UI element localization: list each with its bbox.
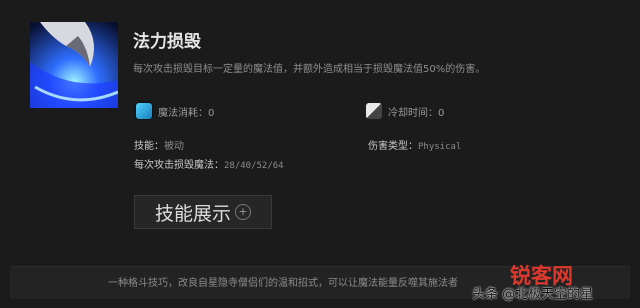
mana-cost-text: 魔法消耗：0: [158, 107, 215, 119]
lore-text: 一种格斗技巧，改良自星隐寺僧侣们的温和招式，可以让魔法能量反噬其施法者: [108, 278, 458, 289]
cooldown-icon: [366, 103, 382, 119]
skill-type-row: 技能：被动: [134, 137, 184, 152]
damage-type-value: Physical: [418, 142, 462, 152]
cooldown-stat: 冷却时间：0: [366, 103, 444, 119]
mana-burn-row: 每次攻击损毁魔法：28/40/52/64: [134, 156, 284, 171]
ability-description: 每次攻击损毁目标一定量的魔法值，并额外造成相当于损毁魔法值50%的伤害。: [133, 64, 486, 75]
damage-type-row: 伤害类型：Physical: [368, 137, 461, 152]
mana-burn-label: 每次攻击损毁魔法：: [134, 160, 224, 171]
damage-type-label: 伤害类型：: [368, 141, 418, 152]
author-watermark: 头条 @北极天空的星: [472, 287, 594, 302]
skill-label: 技能：: [134, 141, 164, 152]
mana-cost-stat: 魔法消耗：0: [136, 103, 214, 119]
skill-value: 被动: [164, 141, 184, 152]
mana-icon: [136, 103, 152, 119]
ability-title: 法力损毁: [133, 32, 201, 52]
cooldown-text: 冷却时间：0: [388, 107, 445, 119]
skill-demo-button[interactable]: 技能展示 +: [134, 195, 272, 229]
ability-icon: [30, 22, 118, 108]
plus-circle-icon: +: [235, 204, 251, 220]
skill-demo-label: 技能展示: [154, 202, 231, 225]
mana-burn-value: 28/40/52/64: [224, 161, 284, 171]
